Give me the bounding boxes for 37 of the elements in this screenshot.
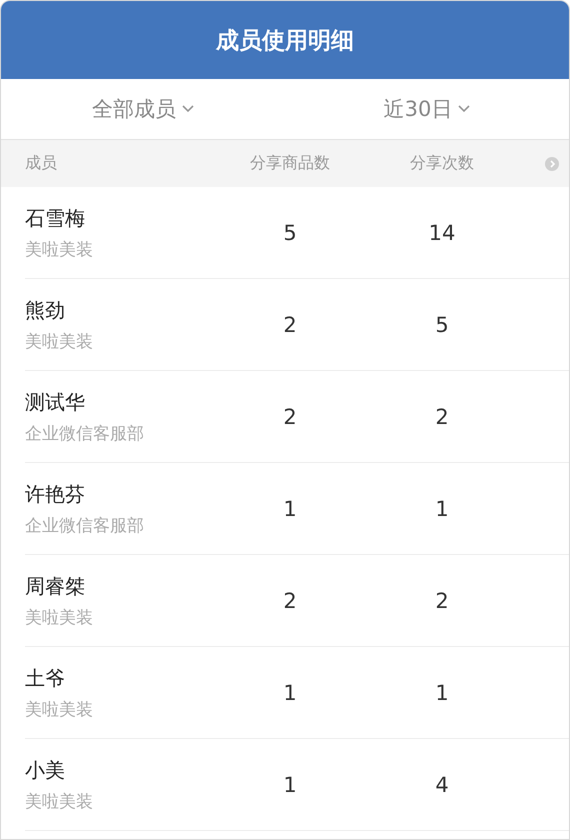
table-cell-text: 2	[282, 404, 298, 428]
filter-dropdown[interactable]: 全部成员	[1, 79, 285, 139]
chevron-down-icon	[182, 105, 194, 113]
member-name: 小美	[25, 756, 66, 784]
member-name: 石雪梅	[25, 204, 86, 232]
table-cell-text: 5	[434, 312, 450, 336]
member-name: 测试华	[25, 388, 86, 416]
table-cell-text: 1	[434, 680, 450, 704]
chevron-right-icon[interactable]	[545, 156, 559, 170]
table-cell-text: 2	[434, 588, 450, 612]
table-cell-text: 4	[434, 772, 450, 796]
table-cell-text: 2	[282, 312, 298, 336]
table-cell-text: 1	[282, 680, 298, 704]
column-header: 分享商品数	[249, 153, 331, 174]
chevron-down-icon	[458, 105, 470, 113]
page-title: 成员使用明细	[216, 26, 354, 56]
filter-dropdown[interactable]: 近30日	[285, 79, 569, 139]
member-department: 美啦美装	[25, 698, 94, 720]
table-cell-text: 5	[282, 220, 298, 244]
member-name: 熊劲	[25, 296, 66, 324]
member-department: 企业微信客服部	[25, 422, 145, 444]
member-department: 美啦美装	[25, 330, 94, 352]
table-cell-text: 1	[434, 496, 450, 520]
member-department: 美啦美装	[25, 238, 94, 260]
member-name: 土爷	[25, 664, 66, 692]
member-department: 美啦美装	[25, 606, 94, 628]
member-name: 周睿桀	[25, 572, 86, 600]
column-header: 分享次数	[409, 153, 475, 174]
table-cell-text: 2	[434, 404, 450, 428]
table-cell-text: 14	[428, 220, 456, 244]
member-name: 许艳芬	[25, 480, 86, 508]
table-cell-text: 1	[282, 772, 298, 796]
member-department: 企业微信客服部	[25, 514, 145, 536]
table-cell-text: 2	[282, 588, 298, 612]
column-header: 成员	[25, 153, 58, 174]
member-department: 美啦美装	[25, 790, 94, 812]
table-cell-text: 1	[282, 496, 298, 520]
